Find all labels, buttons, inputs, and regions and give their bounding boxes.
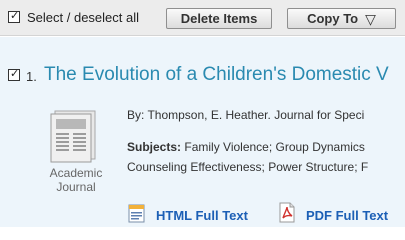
subjects-label: Subjects: — [127, 140, 182, 154]
results-toolbar: ✓ Select / deselect all Delete Items Cop… — [0, 0, 405, 36]
publication-type-label: Academic Journal — [38, 166, 114, 194]
pdf-icon[interactable] — [278, 202, 296, 223]
chevron-down-icon: ▽ — [365, 12, 376, 28]
copy-to-label: Copy To — [307, 11, 359, 26]
publication-type-line2: Journal — [56, 180, 96, 194]
delete-items-button[interactable]: Delete Items — [166, 8, 272, 29]
academic-journal-icon[interactable] — [46, 109, 104, 163]
result-subjects: Subjects: Family Violence; Group Dynamic… — [127, 137, 368, 177]
html-document-icon[interactable] — [127, 203, 147, 223]
publication-type-line1: Academic — [49, 166, 103, 180]
select-all-label[interactable]: Select / deselect all — [27, 10, 139, 25]
result-byline: By: Thompson, E. Heather. Journal for Sp… — [127, 108, 365, 122]
checkmark-icon: ✓ — [10, 67, 20, 80]
html-full-text-link[interactable]: HTML Full Text — [156, 208, 248, 223]
result-number: 1. — [26, 69, 37, 84]
result-select-checkbox[interactable]: ✓ — [8, 67, 20, 81]
copy-to-button[interactable]: Copy To ▽ — [287, 8, 396, 29]
checkmark-icon: ✓ — [10, 9, 20, 22]
subjects-line-2: Counseling Effectiveness; Power Structur… — [127, 160, 369, 174]
result-title-link[interactable]: The Evolution of a Children's Domestic V — [44, 64, 389, 86]
pdf-full-text-link[interactable]: PDF Full Text — [306, 208, 388, 223]
select-all-checkbox[interactable]: ✓ — [8, 9, 20, 23]
subjects-line-1: Family Violence; Group Dynamics — [184, 140, 365, 154]
